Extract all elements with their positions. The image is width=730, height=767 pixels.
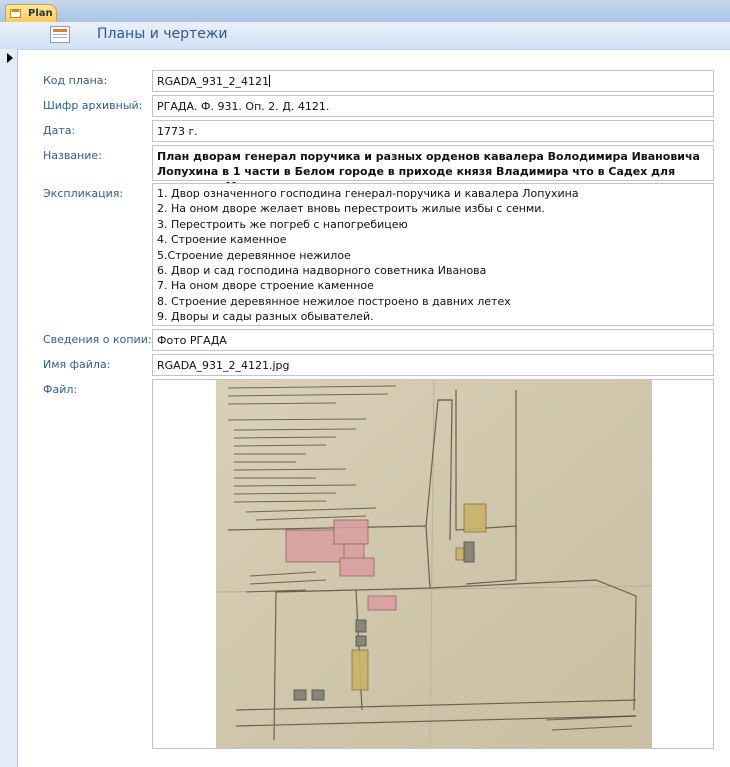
explication-line: 9. Дворы и сады разных обывателей.	[157, 310, 374, 324]
record-selector[interactable]	[0, 49, 18, 767]
explication-line: 3. Перестроить же погреб с напогребицею	[157, 217, 408, 231]
document-tab-bar: Plan	[0, 0, 730, 23]
attached-plan-image[interactable]	[152, 379, 714, 749]
explication-line: 7. На оном дворе строение каменное	[157, 279, 374, 293]
form-header: Планы и чертежи	[0, 22, 730, 50]
date-label: Дата:	[43, 124, 76, 137]
filename-field[interactable]: RGADA_931_2_4121.jpg	[152, 354, 714, 376]
form-header-icon	[50, 26, 70, 43]
current-record-arrow-icon	[7, 53, 13, 63]
date-field[interactable]: 1773 г.	[152, 120, 714, 142]
explication-line: 6. Двор и сад господина надворного совет…	[157, 264, 487, 278]
tab-plan[interactable]: Plan	[5, 4, 57, 22]
copy-label: Сведения о копии:	[43, 333, 152, 346]
tab-plan-label: Plan	[28, 8, 53, 19]
historical-plan-scan	[216, 380, 652, 748]
archive-field[interactable]: РГАДА. Ф. 931. Оп. 2. Д. 4121.	[152, 95, 714, 117]
copy-field[interactable]: Фото РГАДА	[152, 329, 714, 351]
explication-field[interactable]: 1. Двор означенного господина генерал-по…	[152, 183, 714, 326]
explication-line: 5.Строение деревянное нежилое	[157, 248, 351, 262]
title-field[interactable]: План дворам генерал поручика и разных ор…	[152, 145, 714, 193]
explication-line: 4. Строение каменное	[157, 233, 287, 247]
code-label: Код плана:	[43, 74, 108, 87]
title-label: Название:	[43, 149, 102, 162]
text-cursor	[268, 75, 270, 87]
file-label: Файл:	[43, 383, 78, 396]
form-icon	[10, 9, 21, 18]
explication-line: 2. На оном дворе желает вновь перестроит…	[157, 202, 545, 216]
form-title: Планы и чертежи	[97, 26, 228, 42]
archive-label: Шифр архивный:	[43, 99, 143, 112]
explication-line: 1. Двор означенного господина генерал-по…	[157, 187, 579, 200]
explication-label: Экспликация:	[43, 187, 124, 200]
code-value: RGADA_931_2_4121	[157, 75, 269, 88]
filename-label: Имя файла:	[43, 358, 111, 371]
code-field[interactable]: RGADA_931_2_4121	[152, 70, 714, 92]
explication-line: 8. Строение деревянное нежилое построено…	[157, 294, 511, 308]
